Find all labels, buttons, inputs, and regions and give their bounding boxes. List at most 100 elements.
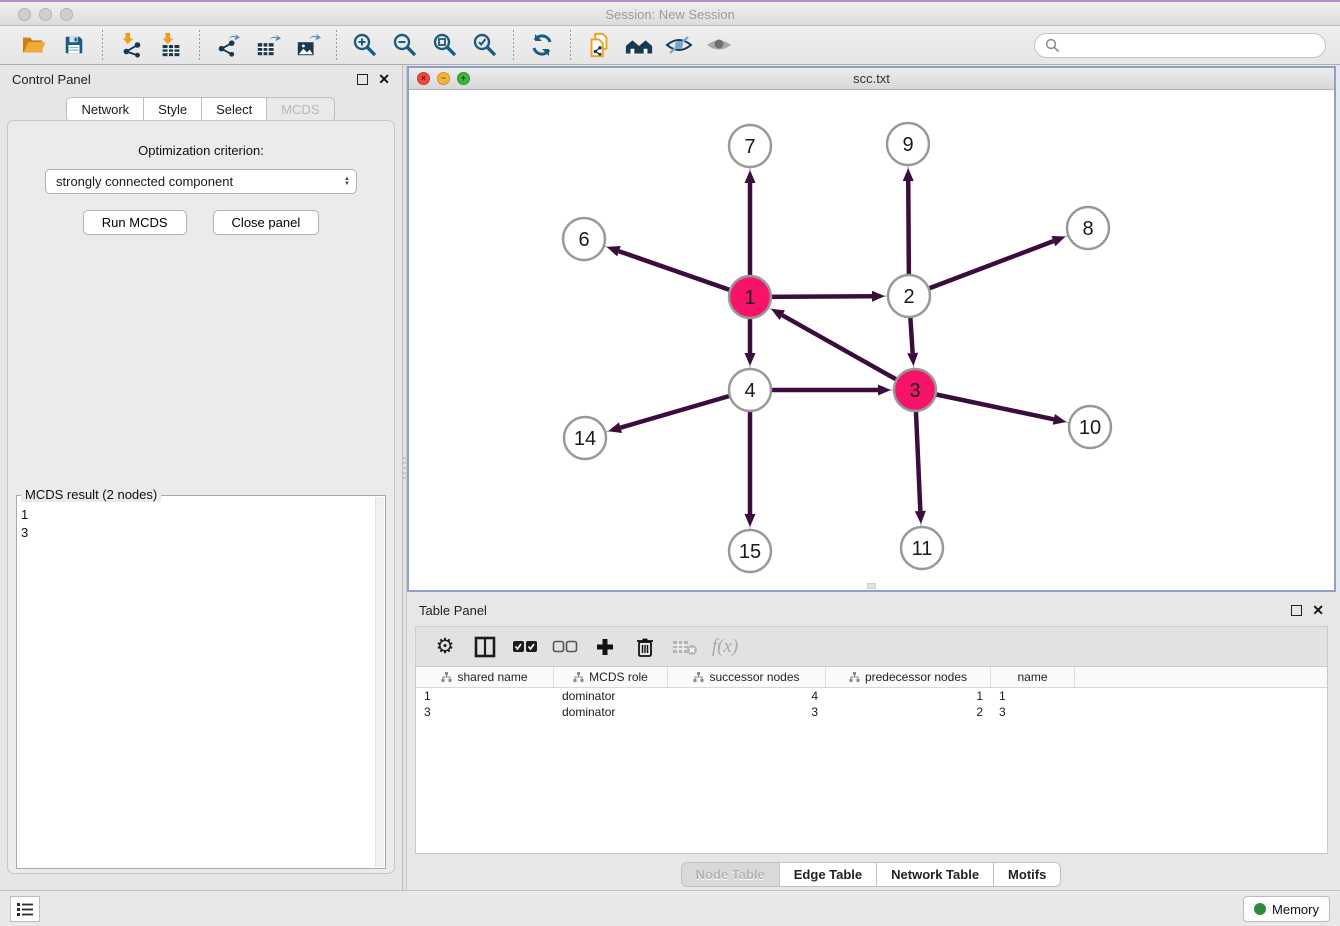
- cell-shared-name[interactable]: 1: [416, 689, 554, 703]
- node-label-9: 9: [902, 134, 913, 156]
- select-all-icon[interactable]: [510, 632, 540, 662]
- cell-successor-nodes[interactable]: 3: [668, 705, 826, 719]
- import-network-icon[interactable]: [113, 29, 149, 61]
- float-table-panel-icon[interactable]: [1291, 605, 1302, 616]
- tab-network[interactable]: Network: [66, 97, 144, 122]
- node-label-1: 1: [744, 287, 755, 309]
- control-panel-tabs: NetworkStyleSelectMCDS: [0, 97, 402, 122]
- network-view-window: × − + scc.txt 7968124314101511: [407, 66, 1336, 592]
- node-label-3: 3: [909, 380, 920, 402]
- cell-mcds-role[interactable]: dominator: [554, 705, 668, 719]
- zoom-out-icon[interactable]: [387, 29, 423, 61]
- cell-shared-name[interactable]: 3: [416, 705, 554, 719]
- search-field[interactable]: [1034, 33, 1326, 58]
- column-header-name[interactable]: name: [991, 667, 1075, 687]
- column-view-icon[interactable]: [470, 632, 500, 662]
- table-panel: Table Panel ✕ ⚙: [407, 596, 1336, 890]
- node-table[interactable]: shared name MCDS role successor nodesprede…: [415, 666, 1328, 854]
- criterion-select[interactable]: strongly connected component ▲▼: [45, 169, 357, 194]
- tab-edge-table[interactable]: Edge Table: [779, 862, 877, 887]
- add-column-icon[interactable]: [590, 632, 620, 662]
- zoom-in-icon[interactable]: [347, 29, 383, 61]
- status-bar: Memory: [0, 890, 1340, 926]
- network-resize-handle[interactable]: [867, 583, 876, 589]
- function-builder-icon: f(x): [710, 632, 740, 662]
- cell-mcds-role[interactable]: dominator: [554, 689, 668, 703]
- export-network-icon[interactable]: [210, 29, 246, 61]
- table-row[interactable]: 3dominator323: [416, 704, 1327, 720]
- tab-network-table[interactable]: Network Table: [876, 862, 994, 887]
- delete-column-icon[interactable]: [630, 632, 660, 662]
- network-canvas[interactable]: 7968124314101511: [409, 90, 1334, 590]
- column-header-mcds-role[interactable]: MCDS role: [554, 667, 668, 687]
- column-header-shared-name[interactable]: shared name: [416, 667, 554, 687]
- list-icon: [16, 901, 34, 917]
- column-header-predecessor-nodes[interactable]: predecessor nodes: [826, 667, 991, 687]
- node-label-8: 8: [1082, 218, 1093, 240]
- export-image-icon[interactable]: [290, 29, 326, 61]
- export-table-icon[interactable]: [250, 29, 286, 61]
- control-panel-title: Control Panel: [12, 72, 91, 87]
- result-scrollbar[interactable]: [375, 497, 384, 867]
- mcds-result-list[interactable]: 1 3: [21, 506, 375, 866]
- import-table-icon[interactable]: [153, 29, 189, 61]
- toolbar-separator: [513, 30, 514, 60]
- node-label-2: 2: [903, 286, 914, 308]
- hide-details-icon[interactable]: [661, 29, 697, 61]
- delete-table-icon: [670, 632, 700, 662]
- column-label: MCDS role: [589, 670, 648, 684]
- table-row[interactable]: 1dominator411: [416, 688, 1327, 704]
- close-table-panel-icon[interactable]: ✕: [1312, 603, 1324, 617]
- tab-select[interactable]: Select: [201, 97, 267, 122]
- arrowhead-icon: [878, 385, 891, 396]
- arrowhead-icon: [745, 353, 756, 366]
- column-label: shared name: [457, 670, 527, 684]
- node-label-11: 11: [912, 538, 933, 560]
- apply-layout-icon[interactable]: [621, 29, 657, 61]
- network-window-title: scc.txt: [409, 71, 1334, 86]
- close-panel-button[interactable]: Close panel: [213, 210, 320, 235]
- close-panel-icon[interactable]: ✕: [378, 72, 390, 86]
- edge-3-1[interactable]: [782, 315, 915, 390]
- open-session-icon[interactable]: [16, 29, 52, 61]
- toolbar-separator: [199, 30, 200, 60]
- refresh-view-icon[interactable]: [524, 29, 560, 61]
- cell-predecessor-nodes[interactable]: 2: [826, 705, 991, 719]
- tab-style[interactable]: Style: [143, 97, 202, 122]
- main-toolbar: [0, 26, 1340, 65]
- memory-button[interactable]: Memory: [1243, 896, 1330, 922]
- node-label-6: 6: [578, 229, 589, 251]
- search-input[interactable]: [1065, 38, 1315, 53]
- float-panel-icon[interactable]: [357, 74, 368, 85]
- mcds-result-box: MCDS result (2 nodes) 1 3: [16, 495, 386, 869]
- node-label-15: 15: [739, 541, 761, 563]
- table-mode-gear-icon[interactable]: ⚙: [430, 632, 460, 662]
- cell-name[interactable]: 1: [991, 689, 1075, 703]
- zoom-fit-icon[interactable]: [427, 29, 463, 61]
- search-icon: [1045, 38, 1059, 52]
- cell-successor-nodes[interactable]: 4: [668, 689, 826, 703]
- duplicate-network-icon[interactable]: [581, 29, 617, 61]
- column-type-icon: [441, 672, 452, 682]
- control-panel: Control Panel ✕ NetworkStyleSelectMCDS O…: [0, 65, 402, 890]
- tab-mcds[interactable]: MCDS: [266, 97, 334, 122]
- column-header-successor-nodes[interactable]: successor nodes: [668, 667, 826, 687]
- window-title: Session: New Session: [0, 7, 1340, 22]
- deselect-all-icon[interactable]: [550, 632, 580, 662]
- edge-2-8[interactable]: [909, 241, 1053, 296]
- cell-name[interactable]: 3: [991, 705, 1075, 719]
- column-type-icon: [849, 672, 860, 682]
- arrowhead-icon: [608, 422, 622, 433]
- task-history-button[interactable]: [10, 896, 40, 922]
- toolbar-separator: [570, 30, 571, 60]
- show-details-icon[interactable]: [701, 29, 737, 61]
- cell-predecessor-nodes[interactable]: 1: [826, 689, 991, 703]
- network-window-titlebar[interactable]: × − + scc.txt: [409, 68, 1334, 90]
- tab-motifs[interactable]: Motifs: [993, 862, 1061, 887]
- arrowhead-icon: [1053, 414, 1067, 425]
- run-mcds-button[interactable]: Run MCDS: [83, 210, 187, 235]
- zoom-selected-icon[interactable]: [467, 29, 503, 61]
- save-session-icon[interactable]: [56, 29, 92, 61]
- optimization-label: Optimization criterion:: [8, 143, 394, 158]
- tab-node-table[interactable]: Node Table: [681, 862, 780, 887]
